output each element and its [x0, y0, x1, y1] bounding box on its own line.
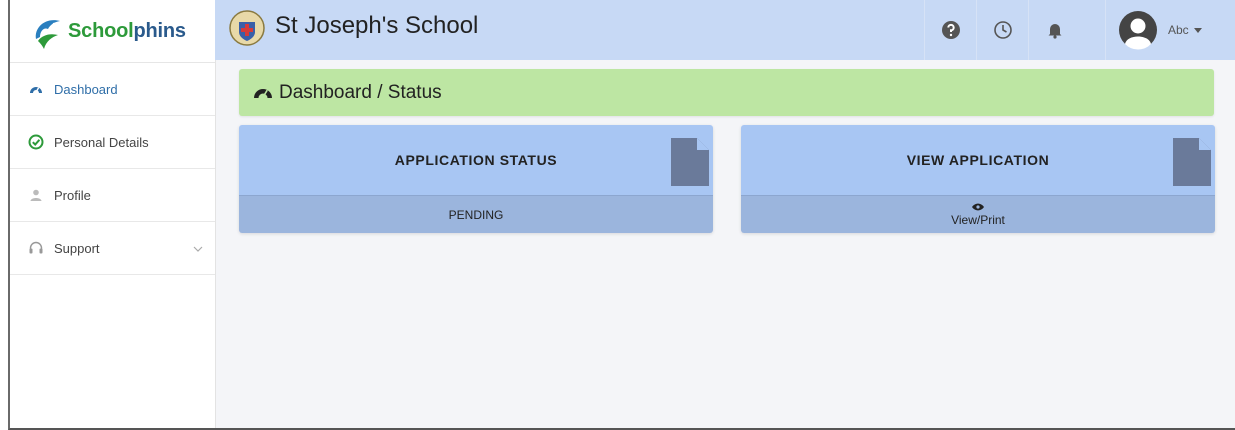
notifications-button[interactable] [1028, 0, 1081, 60]
view-application-card[interactable]: VIEW APPLICATION View/Print [741, 125, 1215, 233]
sidebar-item-support[interactable]: Support [10, 222, 215, 275]
dashboard-icon [254, 88, 272, 98]
card-title: VIEW APPLICATION [906, 152, 1050, 168]
view-print-label: View/Print [951, 213, 1005, 227]
eye-icon [972, 203, 984, 211]
clock-icon [994, 21, 1012, 39]
app-frame: Schoolphins Dashboard Personal Details P… [8, 0, 1235, 430]
sidebar-item-label: Dashboard [54, 81, 118, 97]
breadcrumb: Dashboard / Status [279, 81, 442, 103]
dolphin-logo-icon [35, 20, 60, 49]
card-header: APPLICATION STATUS [239, 125, 713, 195]
brand-name-part2: phins [133, 19, 186, 42]
brand-name-part1: School [68, 19, 134, 42]
card-header: VIEW APPLICATION [741, 125, 1215, 195]
user-menu[interactable]: Abc [1105, 0, 1235, 60]
user-icon [28, 187, 44, 203]
sidebar-item-dashboard[interactable]: Dashboard [10, 63, 215, 116]
document-icon [1173, 138, 1211, 186]
view-print-link[interactable]: View/Print [741, 195, 1215, 233]
brand[interactable]: Schoolphins [10, 0, 215, 63]
chevron-down-icon [193, 240, 203, 255]
sidebar: Schoolphins Dashboard Personal Details P… [10, 0, 216, 428]
brand-name: Schoolphins [68, 20, 186, 43]
school-name: St Joseph's School [275, 12, 479, 39]
user-name: Abc [1168, 23, 1189, 37]
sidebar-item-label: Personal Details [54, 134, 149, 150]
dashboard-icon [28, 81, 44, 97]
card-footer: PENDING [239, 195, 713, 233]
check-circle-icon [28, 134, 44, 150]
sidebar-item-personal-details[interactable]: Personal Details [10, 116, 215, 169]
sidebar-item-label: Profile [54, 187, 91, 203]
page-title: Dashboard / Status [239, 69, 1214, 116]
sidebar-item-label: Support [54, 240, 100, 256]
top-header: St Joseph's School Abc [215, 0, 1235, 60]
caret-down-icon [1193, 27, 1202, 33]
document-icon [671, 138, 709, 186]
history-button[interactable] [976, 0, 1029, 60]
help-button[interactable] [924, 0, 977, 60]
sidebar-item-profile[interactable]: Profile [10, 169, 215, 222]
school-crest-icon[interactable] [227, 8, 267, 48]
bell-icon [1048, 24, 1062, 39]
question-circle-icon [942, 21, 960, 39]
avatar [1119, 11, 1157, 50]
headset-icon [28, 240, 44, 256]
status-badge: PENDING [448, 208, 504, 222]
application-status-card[interactable]: APPLICATION STATUS PENDING [239, 125, 713, 233]
card-title: APPLICATION STATUS [394, 152, 558, 168]
